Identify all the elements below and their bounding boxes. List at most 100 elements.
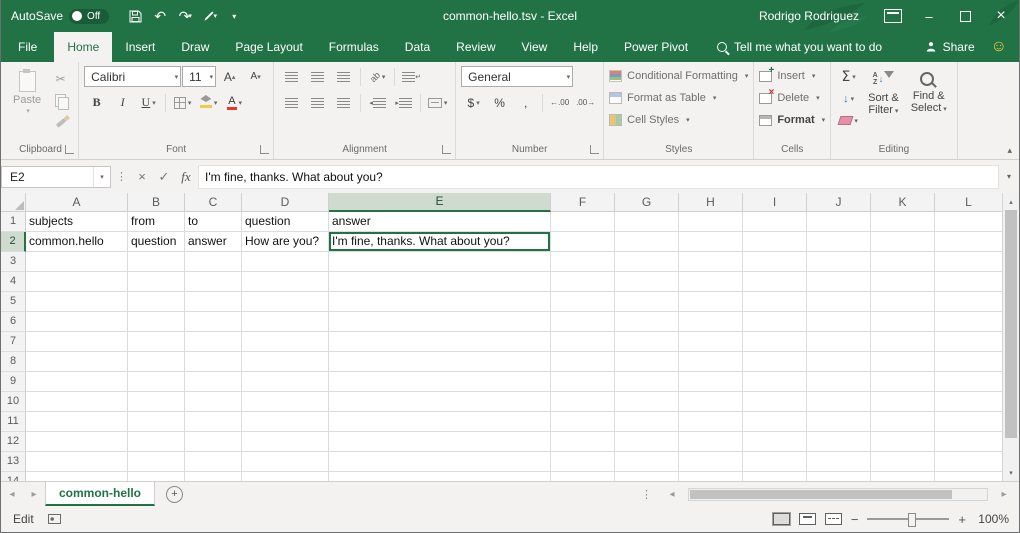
- cell-B10[interactable]: [128, 392, 185, 412]
- cell-I11[interactable]: [743, 412, 807, 432]
- cell-E11[interactable]: [329, 412, 551, 432]
- cell-styles-button[interactable]: Cell Styles▾: [609, 110, 689, 130]
- cell-L12[interactable]: [935, 432, 1002, 452]
- cell-E1[interactable]: answer: [329, 212, 551, 232]
- tab-home[interactable]: Home: [54, 32, 112, 62]
- cell-H7[interactable]: [679, 332, 743, 352]
- cell-A5[interactable]: [26, 292, 128, 312]
- cell-I10[interactable]: [743, 392, 807, 412]
- cell-H6[interactable]: [679, 312, 743, 332]
- cell-C4[interactable]: [185, 272, 242, 292]
- column-header-d[interactable]: D: [242, 193, 329, 212]
- cell-D10[interactable]: [242, 392, 329, 412]
- new-sheet-button[interactable]: +: [166, 486, 183, 503]
- font-name-select[interactable]: Calibri▾: [84, 66, 181, 87]
- insert-cells-button[interactable]: Insert▾: [759, 66, 815, 86]
- cell-B4[interactable]: [128, 272, 185, 292]
- normal-view-button[interactable]: [773, 513, 790, 525]
- cell-K10[interactable]: [871, 392, 935, 412]
- cell-I8[interactable]: [743, 352, 807, 372]
- cell-L10[interactable]: [935, 392, 1002, 412]
- zoom-out-button[interactable]: −: [851, 512, 859, 527]
- cell-D3[interactable]: [242, 252, 329, 272]
- cell-E6[interactable]: [329, 312, 551, 332]
- delete-cells-button[interactable]: Delete▾: [759, 88, 819, 108]
- cell-D11[interactable]: [242, 412, 329, 432]
- cell-J12[interactable]: [807, 432, 871, 452]
- horizontal-scrollbar[interactable]: [688, 488, 988, 501]
- cell-H9[interactable]: [679, 372, 743, 392]
- align-center-button[interactable]: [305, 92, 330, 113]
- column-header-h[interactable]: H: [679, 193, 743, 212]
- cell-L1[interactable]: [935, 212, 1002, 232]
- cell-J13[interactable]: [807, 452, 871, 472]
- cell-I2[interactable]: [743, 232, 807, 252]
- row-header-6[interactable]: 6: [1, 312, 26, 332]
- column-header-e[interactable]: E: [329, 193, 551, 212]
- cell-J2[interactable]: [807, 232, 871, 252]
- insert-function-button[interactable]: fx: [176, 166, 196, 188]
- name-box[interactable]: E2 ▾: [1, 166, 111, 188]
- cell-A14[interactable]: [26, 472, 128, 481]
- cell-H3[interactable]: [679, 252, 743, 272]
- cell-J1[interactable]: [807, 212, 871, 232]
- format-as-table-button[interactable]: Format as Table▾: [609, 88, 716, 108]
- cell-J10[interactable]: [807, 392, 871, 412]
- cell-G14[interactable]: [615, 472, 679, 481]
- tab-insert[interactable]: Insert: [112, 32, 168, 62]
- cell-G5[interactable]: [615, 292, 679, 312]
- cell-F14[interactable]: [551, 472, 615, 481]
- cell-K8[interactable]: [871, 352, 935, 372]
- vertical-scrollbar[interactable]: ▴ ▾: [1002, 193, 1019, 481]
- column-header-i[interactable]: I: [743, 193, 807, 212]
- cell-I6[interactable]: [743, 312, 807, 332]
- bold-button[interactable]: B: [84, 92, 109, 113]
- cell-E4[interactable]: [329, 272, 551, 292]
- cell-A1[interactable]: subjects: [26, 212, 128, 232]
- cell-D7[interactable]: [242, 332, 329, 352]
- cell-G3[interactable]: [615, 252, 679, 272]
- cell-B13[interactable]: [128, 452, 185, 472]
- cell-E2[interactable]: I'm fine, thanks. What about you?: [329, 232, 551, 252]
- cell-L5[interactable]: [935, 292, 1002, 312]
- cell-L8[interactable]: [935, 352, 1002, 372]
- row-header-10[interactable]: 10: [1, 392, 26, 412]
- cell-I7[interactable]: [743, 332, 807, 352]
- column-header-f[interactable]: F: [551, 193, 615, 212]
- cell-D14[interactable]: [242, 472, 329, 481]
- cell-I4[interactable]: [743, 272, 807, 292]
- cell-K4[interactable]: [871, 272, 935, 292]
- cell-J6[interactable]: [807, 312, 871, 332]
- cell-G12[interactable]: [615, 432, 679, 452]
- cell-K11[interactable]: [871, 412, 935, 432]
- cell-A3[interactable]: [26, 252, 128, 272]
- sheet-bar-drag-handle[interactable]: ⋮: [641, 488, 652, 501]
- cell-D2[interactable]: How are you?: [242, 232, 329, 252]
- cell-H4[interactable]: [679, 272, 743, 292]
- collapse-ribbon-button[interactable]: ▴: [1007, 145, 1012, 156]
- cell-K3[interactable]: [871, 252, 935, 272]
- conditional-formatting-button[interactable]: Conditional Formatting▾: [609, 66, 748, 86]
- cell-G11[interactable]: [615, 412, 679, 432]
- cell-H13[interactable]: [679, 452, 743, 472]
- cell-A8[interactable]: [26, 352, 128, 372]
- cell-J7[interactable]: [807, 332, 871, 352]
- feedback-smiley-icon[interactable]: ☺: [991, 39, 1007, 55]
- increase-indent-button[interactable]: ▸: [391, 92, 416, 113]
- tab-view[interactable]: View: [509, 32, 561, 62]
- wrap-text-button[interactable]: ↵: [399, 66, 424, 87]
- row-header-9[interactable]: 9: [1, 372, 26, 392]
- fill-button[interactable]: ↓▾: [836, 88, 861, 109]
- scroll-down-button[interactable]: ▾: [1003, 464, 1019, 481]
- row-header-7[interactable]: 7: [1, 332, 26, 352]
- column-header-l[interactable]: L: [935, 193, 1002, 212]
- cell-L11[interactable]: [935, 412, 1002, 432]
- cell-F6[interactable]: [551, 312, 615, 332]
- cell-I5[interactable]: [743, 292, 807, 312]
- cell-F3[interactable]: [551, 252, 615, 272]
- cell-B1[interactable]: from: [128, 212, 185, 232]
- clear-button[interactable]: ▾: [836, 110, 861, 131]
- cell-G9[interactable]: [615, 372, 679, 392]
- cell-B2[interactable]: question: [128, 232, 185, 252]
- cell-D12[interactable]: [242, 432, 329, 452]
